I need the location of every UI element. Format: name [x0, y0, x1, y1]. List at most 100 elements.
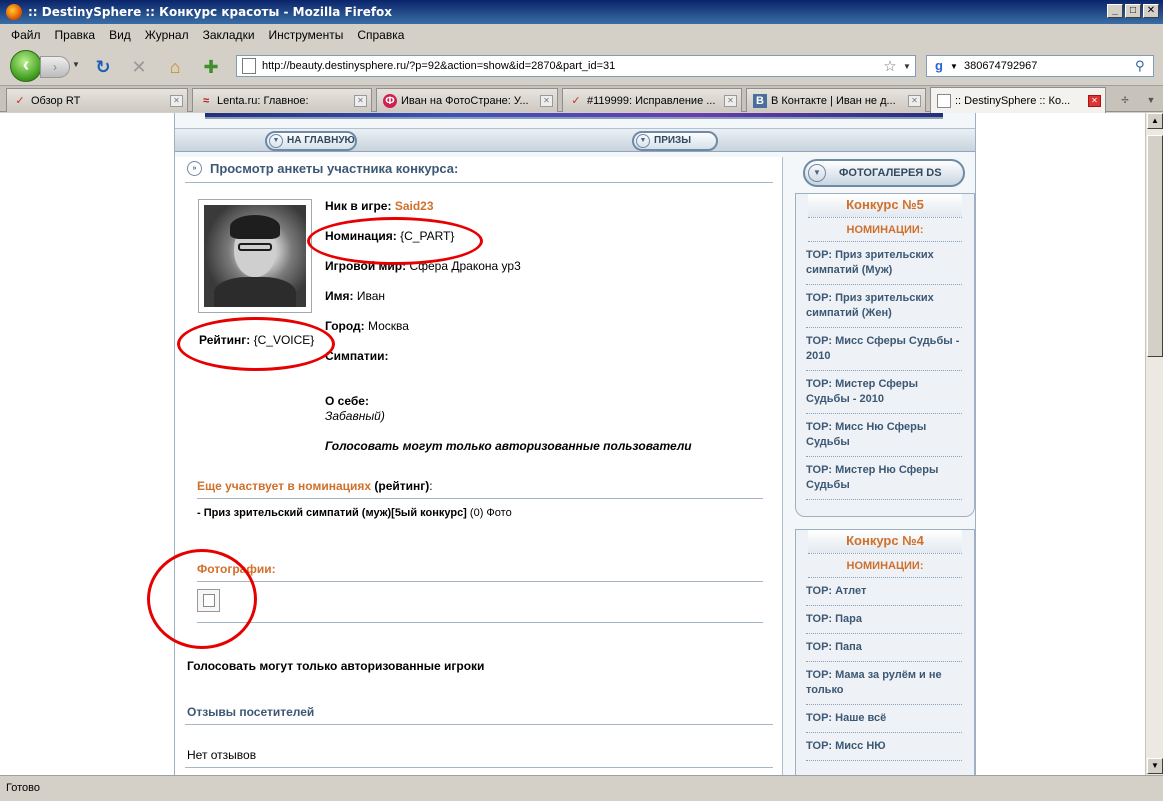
sidebar-item[interactable]: TOP: Мисс Ню Сферы Судьбы — [806, 414, 962, 457]
sidebar: ▼ ФОТОГАЛЕРЕЯ DS Конкурс №5 НОМИНАЦИИ: T… — [795, 157, 975, 775]
scroll-down-icon[interactable]: ▼ — [1147, 758, 1163, 774]
tab-destinysphere[interactable]: :: DestinySphere :: Ко... ✕ — [930, 87, 1106, 113]
photo-gallery-button[interactable]: ▼ ФОТОГАЛЕРЕЯ DS — [803, 159, 965, 187]
sidebar-item[interactable]: TOP: Мама за рулём и не только — [806, 662, 962, 705]
url-input[interactable]: http://beauty.destinysphere.ru/?p=92&act… — [262, 60, 881, 72]
nick-value[interactable]: Said23 — [395, 199, 434, 213]
list-item: - Приз зрительский симпатий (муж)[5ый ко… — [197, 507, 512, 519]
vkontakte-icon: В — [753, 93, 767, 108]
sidebar-item[interactable]: TOP: Наше всё — [806, 705, 962, 733]
search-engine-dropdown-icon[interactable]: ▼ — [948, 62, 960, 71]
tab-issue[interactable]: ✓ #119999: Исправление ... ✕ — [562, 88, 742, 112]
page-icon — [937, 93, 951, 108]
avatar[interactable] — [198, 199, 312, 313]
checkmark-icon: ✓ — [15, 94, 25, 107]
history-dropdown-icon[interactable]: ▼ — [72, 60, 80, 69]
sidebar-item[interactable]: TOP: Папа — [806, 634, 962, 662]
nominations-heading: НОМИНАЦИИ: — [808, 554, 962, 578]
tab-rt[interactable]: ✓ Обзор RT ✕ — [6, 88, 188, 112]
checkmark-icon: ✓ — [571, 94, 581, 107]
menu-edit[interactable]: Правка — [48, 28, 103, 42]
menu-view[interactable]: Вид — [102, 28, 138, 42]
maximize-button[interactable]: □ — [1125, 4, 1141, 18]
site-nav: ▼ НА ГЛАВНУЮ ▼ ПРИЗЫ — [175, 128, 975, 152]
address-bar[interactable]: http://beauty.destinysphere.ru/?p=92&act… — [236, 55, 916, 77]
back-button[interactable]: ‹ — [10, 50, 42, 82]
home-nav-button[interactable]: ▼ НА ГЛАВНУЮ — [265, 131, 357, 151]
new-tab-icon[interactable]: ✚ — [200, 56, 222, 78]
close-tab-icon[interactable]: ✕ — [540, 94, 553, 107]
google-icon[interactable]: g — [930, 58, 948, 74]
tab-label: #119999: Исправление ... — [587, 94, 716, 107]
new-tab-plus-icon[interactable]: ✢ — [1114, 90, 1136, 110]
tab-fotostrana[interactable]: Ф Иван на ФотоСтране: У... ✕ — [376, 88, 558, 112]
menu-help[interactable]: Справка — [350, 28, 411, 42]
bookmark-star-icon[interactable]: ☆ — [881, 57, 899, 75]
tab-lenta[interactable]: ≈ Lenta.ru: Главное: ✕ — [192, 88, 372, 112]
tab-vkontakte[interactable]: В В Контакте | Иван не д... ✕ — [746, 88, 926, 112]
vertical-scrollbar[interactable]: ▲ ▼ — [1145, 113, 1163, 775]
nomination-link[interactable]: - Приз зрительский симпатий (муж)[5ый ко… — [197, 507, 467, 519]
about-value: Забавный) — [325, 409, 385, 423]
sidebar-item[interactable]: TOP: Атлет — [806, 578, 962, 606]
about-row: О себе: — [325, 394, 369, 408]
vote-players-notice: Голосовать могут только авторизованные и… — [187, 659, 485, 673]
menu-tools[interactable]: Инструменты — [262, 28, 351, 42]
sidebar-item[interactable]: TOP: Мисс НЮ — [806, 733, 962, 761]
profile-photo — [204, 205, 306, 307]
sidebar-item[interactable]: TOP: Мистер Ню Сферы Судьбы — [806, 457, 962, 500]
tab-bar: ✓ Обзор RT ✕ ≈ Lenta.ru: Главное: ✕ Ф Ив… — [0, 86, 1163, 113]
close-tab-icon[interactable]: ✕ — [908, 94, 921, 107]
close-tab-icon[interactable]: ✕ — [354, 94, 367, 107]
annotation-ellipse-nomination — [307, 217, 483, 265]
name-row: Имя: Иван — [325, 289, 385, 303]
stop-icon[interactable]: ✕ — [128, 56, 150, 78]
scroll-up-icon[interactable]: ▲ — [1147, 113, 1163, 129]
forward-button[interactable]: › — [40, 56, 70, 78]
close-tab-icon[interactable]: ✕ — [1088, 94, 1101, 107]
close-window-button[interactable]: ✕ — [1143, 4, 1159, 18]
city-row: Город: Москва — [325, 319, 409, 333]
contest-5-title: Конкурс №5 — [808, 194, 962, 218]
city-label: Город: — [325, 319, 365, 333]
close-tab-icon[interactable]: ✕ — [170, 94, 183, 107]
home-icon[interactable]: ⌂ — [164, 56, 186, 78]
menu-history[interactable]: Журнал — [138, 28, 196, 42]
other-nominations-rating: (рейтинг) — [374, 479, 430, 493]
url-dropdown-icon[interactable]: ▼ — [899, 62, 915, 71]
search-input[interactable]: 380674792967 — [960, 60, 1135, 72]
sidebar-item[interactable]: TOP: Приз зрительских симпатий (Муж) — [806, 242, 962, 285]
fotostrana-icon: Ф — [383, 93, 397, 108]
other-nominations-link[interactable]: Еще участвует в номинациях — [197, 479, 371, 493]
double-chevron-icon: » — [187, 161, 202, 176]
tab-label: В Контакте | Иван не д... — [771, 94, 896, 107]
tab-list-dropdown-icon[interactable]: ▼ — [1140, 90, 1162, 110]
close-tab-icon[interactable]: ✕ — [724, 94, 737, 107]
nick-row: Ник в игре: Said23 — [325, 199, 434, 213]
sidebar-item[interactable]: TOP: Мистер Сферы Судьбы - 2010 — [806, 371, 962, 414]
page-title: » Просмотр анкеты участника конкурса: — [187, 161, 458, 176]
sidebar-item[interactable]: TOP: Пара — [806, 606, 962, 634]
annotation-ellipse-photos — [147, 549, 257, 649]
nominations-heading: НОМИНАЦИИ: — [808, 218, 962, 242]
photo-gallery-label: ФОТОГАЛЕРЕЯ DS — [839, 167, 942, 179]
search-bar[interactable]: g ▼ 380674792967 ⚲ — [926, 55, 1154, 77]
menu-bookmarks[interactable]: Закладки — [196, 28, 262, 42]
other-nominations-colon: : — [429, 479, 433, 493]
sidebar-item[interactable]: TOP: Приз зрительских симпатий (Жен) — [806, 285, 962, 328]
annotation-ellipse-rating — [177, 317, 335, 371]
prizes-nav-button[interactable]: ▼ ПРИЗЫ — [632, 131, 718, 151]
reload-icon[interactable]: ↻ — [92, 56, 114, 78]
window-title-bar[interactable]: :: DestinySphere :: Конкурс красоты - Mo… — [0, 0, 1163, 24]
prizes-nav-label: ПРИЗЫ — [654, 135, 692, 146]
search-icon[interactable]: ⚲ — [1135, 58, 1153, 74]
contest-5-box: Конкурс №5 НОМИНАЦИИ: TOP: Приз зрительс… — [795, 193, 975, 517]
sidebar-item[interactable]: TOP: Мисс Сферы Судьбы - 2010 — [806, 328, 962, 371]
scrollbar-thumb[interactable] — [1147, 135, 1163, 357]
minimize-button[interactable]: _ — [1107, 4, 1123, 18]
page-frame: ▼ НА ГЛАВНУЮ ▼ ПРИЗЫ » Просмотр анкеты у… — [174, 113, 976, 775]
name-label: Имя: — [325, 289, 354, 303]
divider — [185, 182, 773, 183]
tab-label: :: DestinySphere :: Ко... — [955, 94, 1071, 107]
menu-file[interactable]: Файл — [4, 28, 48, 42]
